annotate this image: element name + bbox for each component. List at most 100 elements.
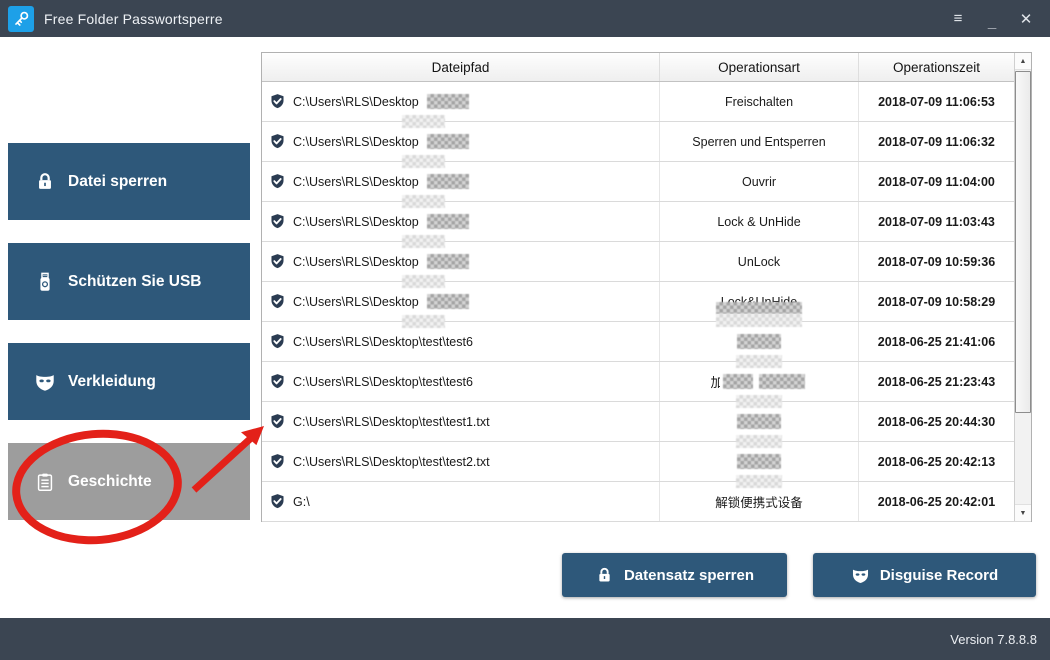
table-row[interactable]: C:\Users\RLS\Desktop\test\test6 加 2018-06-… [262, 362, 1031, 402]
operation-time: 2018-06-25 21:41:06 [859, 322, 1014, 361]
path-cell: C:\Users\RLS\Desktop [262, 242, 660, 281]
table-row[interactable]: C:\Users\RLS\Desktop\test\test2.txt2018-… [262, 442, 1031, 482]
file-path-text: G:\ [293, 495, 310, 509]
shield-check-icon [269, 173, 286, 190]
lock-icon [34, 171, 56, 193]
column-header-operationszeit[interactable]: Operationszeit [859, 53, 1014, 81]
table-header: Dateipfad Operationsart Operationszeit [262, 53, 1031, 82]
operation-text: Freischalten [725, 95, 793, 109]
operation-cell: Ouvrir [660, 162, 859, 201]
operation-time: 2018-07-09 11:04:00 [859, 162, 1014, 201]
window-title: Free Folder Passwortsperre [44, 11, 223, 27]
table-row[interactable]: C:\Users\RLS\Desktop UnLock2018-07-09 10:… [262, 242, 1031, 282]
path-cell: C:\Users\RLS\Desktop\test\test6 [262, 362, 660, 401]
sidebar-item-label: Verkleidung [68, 373, 156, 391]
path-cell: G:\ [262, 482, 660, 521]
path-cell: C:\Users\RLS\Desktop [262, 162, 660, 201]
sidebar-item-verkleidung[interactable]: Verkleidung [8, 343, 250, 420]
sidebar-item-label: Geschichte [68, 473, 152, 491]
shield-check-icon [269, 293, 286, 310]
censor-mosaic [402, 155, 445, 168]
operation-time: 2018-07-09 11:03:43 [859, 202, 1014, 241]
file-path-text: C:\Users\RLS\Desktop [293, 135, 419, 149]
censor-mosaic [737, 414, 781, 429]
history-table: Dateipfad Operationsart Operationszeit C… [261, 52, 1032, 522]
censor-mosaic [736, 355, 782, 368]
operation-time: 2018-06-25 21:23:43 [859, 362, 1014, 401]
scroll-down-icon[interactable]: ▼ [1015, 504, 1031, 521]
operation-text: 解锁便携式设备 [715, 492, 803, 511]
operation-cell: Freischalten [660, 82, 859, 121]
operation-cell: UnLock [660, 242, 859, 281]
censor-mosaic [402, 315, 445, 328]
operation-time: 2018-07-09 10:59:36 [859, 242, 1014, 281]
censor-mosaic [723, 374, 753, 389]
operation-cell: Lock&UnHide [660, 282, 859, 321]
operation-time: 2018-07-09 11:06:53 [859, 82, 1014, 121]
operation-text-fragment: 加 [711, 372, 720, 391]
path-cell: C:\Users\RLS\Desktop\test\test6 [262, 322, 660, 361]
sidebar-item-label: Datei sperren [68, 173, 167, 191]
censor-mosaic [427, 294, 469, 309]
shield-check-icon [269, 493, 286, 510]
disguise-record-button[interactable]: Disguise Record [813, 553, 1036, 597]
app-logo [8, 6, 34, 32]
shield-check-icon [269, 133, 286, 150]
censor-mosaic [402, 115, 445, 128]
shield-check-icon [269, 453, 286, 470]
file-path-text: C:\Users\RLS\Desktop [293, 95, 419, 109]
operation-text: Ouvrir [742, 175, 776, 189]
sidebar-item-datei-sperren[interactable]: Datei sperren [8, 143, 250, 220]
lock-record-button[interactable]: Datensatz sperren [562, 553, 787, 597]
table-row[interactable]: C:\Users\RLS\Desktop Sperren und Entsperr… [262, 122, 1031, 162]
table-row[interactable]: C:\Users\RLS\Desktop\test\test6 2018-06-2… [262, 322, 1031, 362]
path-cell: C:\Users\RLS\Desktop [262, 82, 660, 121]
mask-icon [34, 371, 56, 393]
shield-check-icon [269, 213, 286, 230]
operation-cell: Lock & UnHide [660, 202, 859, 241]
scrollbar-thumb[interactable] [1015, 71, 1031, 413]
censor-mosaic [736, 435, 782, 448]
titlebar: Free Folder Passwortsperre ≡ _ ✕ [0, 0, 1050, 37]
statusbar: Version 7.8.8.8 [0, 618, 1050, 660]
operation-cell: Sperren und Entsperren [660, 122, 859, 161]
column-header-dateipfad[interactable]: Dateipfad [262, 53, 660, 81]
menu-icon[interactable]: ≡ [946, 7, 970, 31]
censor-mosaic [736, 475, 782, 488]
table-row[interactable]: C:\Users\RLS\DesktopLock&UnHide2018-07-0… [262, 282, 1031, 322]
path-cell: C:\Users\RLS\Desktop\test\test2.txt [262, 442, 660, 481]
table-row[interactable]: G:\解锁便携式设备2018-06-25 20:42:01 [262, 482, 1031, 522]
scrollbar[interactable]: ▲ ▼ [1014, 53, 1031, 521]
table-row[interactable]: C:\Users\RLS\Desktop Freischalten 2018-07-… [262, 82, 1031, 122]
path-cell: C:\Users\RLS\Desktop [262, 282, 660, 321]
table-row[interactable]: C:\Users\RLS\Desktop Lock & UnHide 2018-07… [262, 202, 1031, 242]
path-cell: C:\Users\RLS\Desktop [262, 202, 660, 241]
censor-mosaic [427, 134, 469, 149]
censor-mosaic [427, 94, 469, 109]
censor-mosaic [427, 214, 469, 229]
path-cell: C:\Users\RLS\Desktop\test\test1.txt [262, 402, 660, 441]
file-path-text: C:\Users\RLS\Desktop [293, 255, 419, 269]
table-row[interactable]: C:\Users\RLS\Desktop Ouvrir 2018-07-09 11:… [262, 162, 1031, 202]
censor-mosaic [402, 235, 445, 248]
button-label: Disguise Record [880, 567, 998, 584]
sidebar-item-geschichte[interactable]: Geschichte [8, 443, 250, 520]
close-icon[interactable]: ✕ [1014, 7, 1038, 31]
censor-mosaic [427, 174, 469, 189]
mask-icon [851, 566, 870, 585]
operation-time: 2018-07-09 11:06:32 [859, 122, 1014, 161]
file-path-text: C:\Users\RLS\Desktop\test\test6 [293, 375, 473, 389]
scroll-up-icon[interactable]: ▲ [1015, 53, 1031, 70]
file-path-text: C:\Users\RLS\Desktop [293, 295, 419, 309]
censor-mosaic [716, 302, 802, 327]
censor-mosaic [737, 334, 781, 349]
operation-time: 2018-06-25 20:44:30 [859, 402, 1014, 441]
operation-text: Lock & UnHide [717, 215, 800, 229]
usb-icon [34, 271, 56, 293]
censor-mosaic [736, 395, 782, 408]
sidebar-item-schuetzen-usb[interactable]: Schützen Sie USB [8, 243, 250, 320]
column-header-operationsart[interactable]: Operationsart [660, 53, 859, 81]
minimize-icon[interactable]: _ [980, 7, 1004, 31]
table-rows: C:\Users\RLS\Desktop Freischalten 2018-07-… [262, 82, 1031, 522]
table-row[interactable]: C:\Users\RLS\Desktop\test\test1.txt 2018-… [262, 402, 1031, 442]
